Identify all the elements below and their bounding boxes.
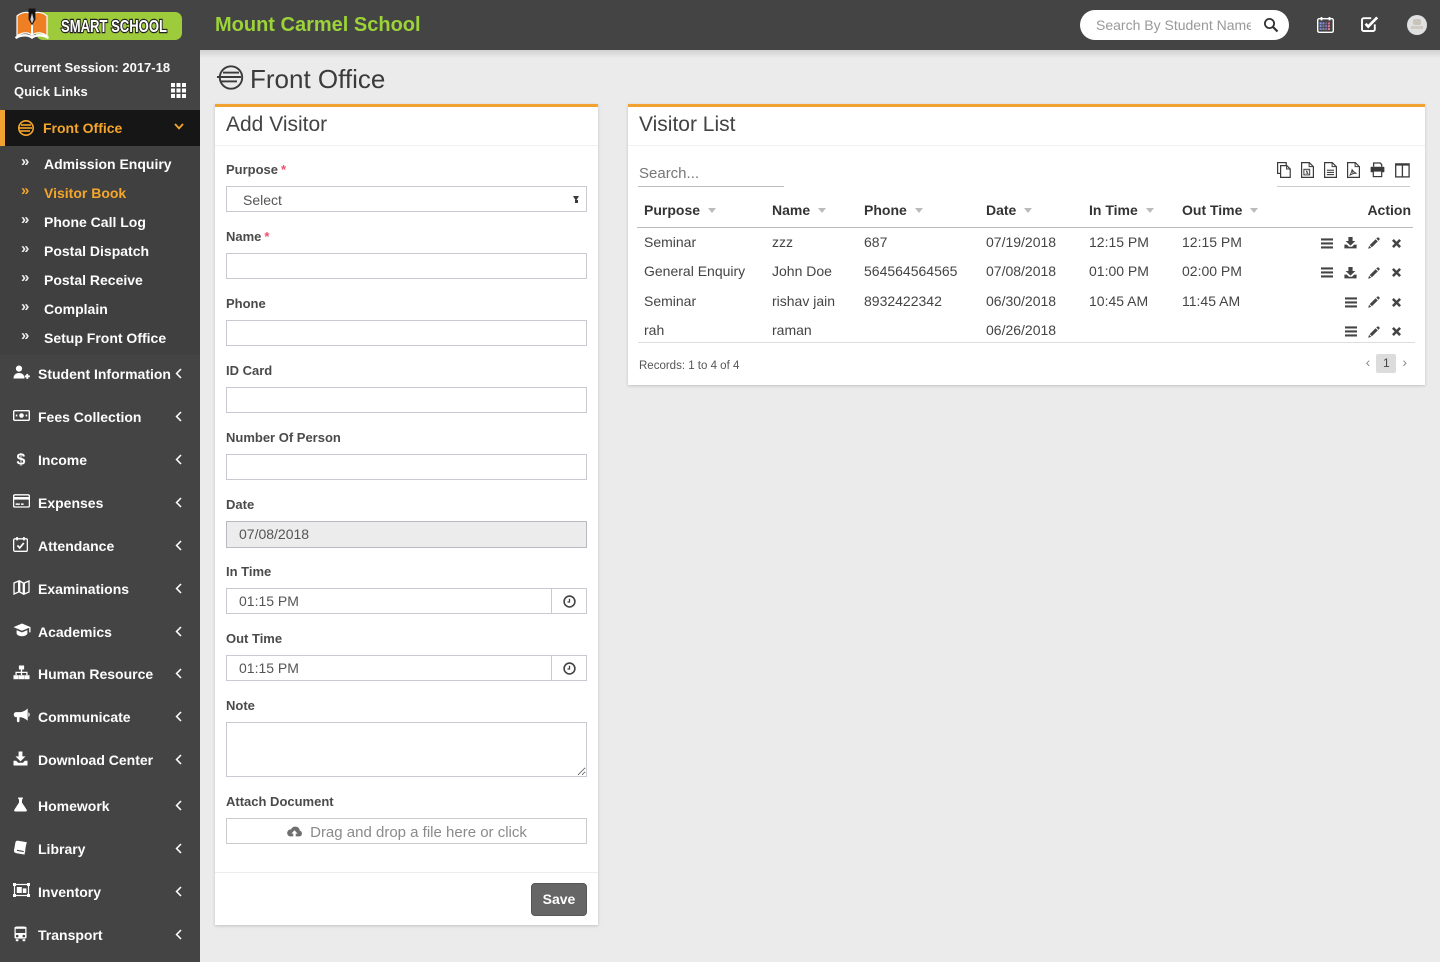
svg-text:SMART SCHOOL: SMART SCHOOL	[61, 16, 167, 36]
svg-text:$: $	[17, 452, 26, 468]
svg-text:x: x	[1305, 169, 1309, 176]
